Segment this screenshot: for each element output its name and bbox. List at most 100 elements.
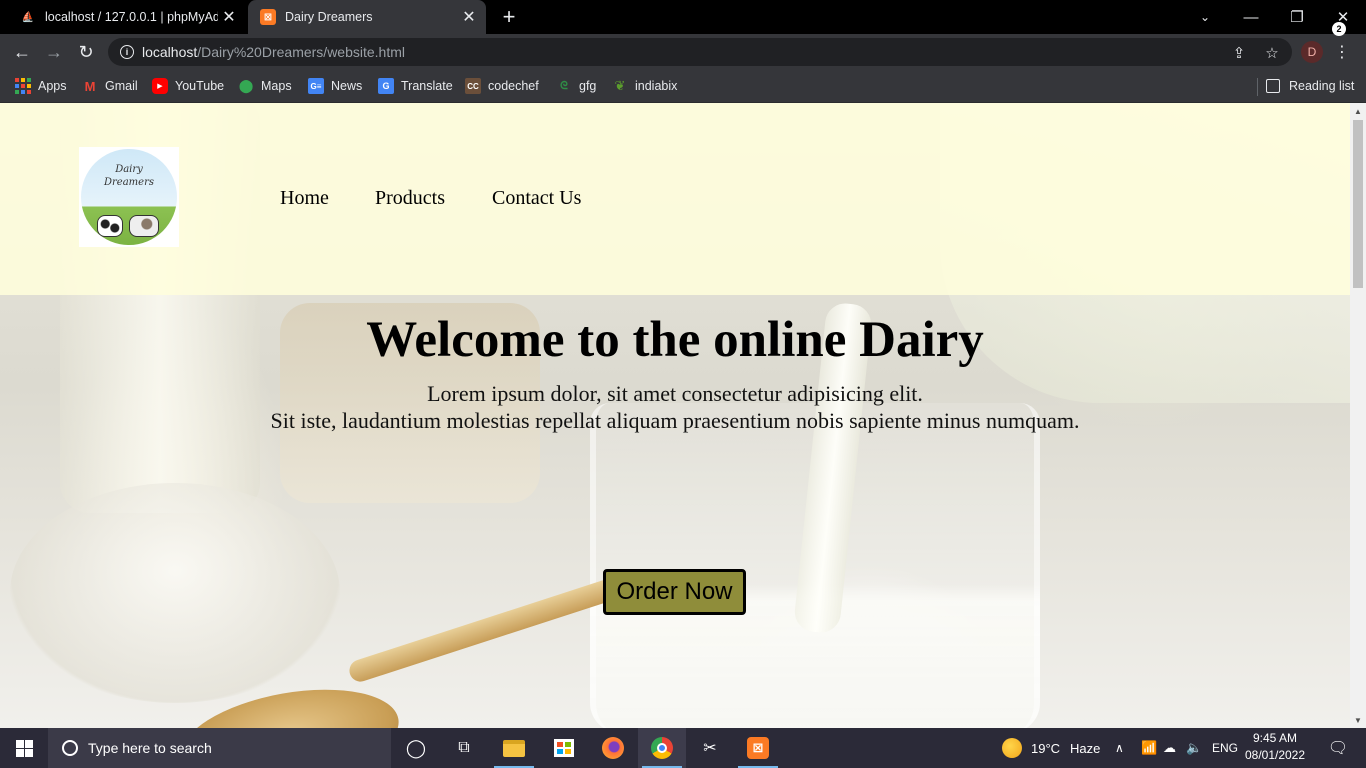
cortana-icon[interactable]: ◯ <box>392 728 440 768</box>
bookmark-label: codechef <box>488 79 539 93</box>
bookmark-maps[interactable]: ⬤ Maps <box>238 76 292 96</box>
close-tab-icon[interactable]: ✕ <box>458 6 480 28</box>
logo-image: Dairy Dreamers <box>81 149 177 245</box>
site-logo[interactable]: Dairy Dreamers <box>79 147 179 247</box>
scroll-thumb[interactable] <box>1353 120 1363 288</box>
firefox-icon <box>602 737 624 759</box>
store-icon <box>554 739 574 757</box>
page-scrollbar[interactable]: ▲ ▼ <box>1350 103 1366 728</box>
volume-icon[interactable]: 🔈 <box>1186 728 1202 768</box>
bookmark-translate[interactable]: G Translate <box>378 76 453 96</box>
hero-subtitle-line-2: Sit iste, laudantium molestias repellat … <box>270 408 1080 433</box>
scroll-down-arrow-icon[interactable]: ▼ <box>1350 712 1366 728</box>
reload-button[interactable]: ↻ <box>72 38 100 66</box>
restore-button[interactable]: ❐ <box>1274 0 1320 34</box>
reading-list-label: Reading list <box>1289 79 1355 93</box>
taskbar: Type here to search ◯ ⧉ ✂ ⊠ 19°C Haze ∧ … <box>0 728 1366 768</box>
address-bar[interactable]: i localhost/Dairy%20Dreamers/website.htm… <box>108 38 1292 66</box>
wifi-icon[interactable]: 📶 <box>1141 728 1157 768</box>
hero-subtitle: Lorem ipsum dolor, sit amet consectetur … <box>0 380 1350 434</box>
show-hidden-icons-chevron-icon[interactable]: ∧ <box>1115 728 1124 768</box>
start-button[interactable] <box>0 728 48 768</box>
new-tab-button[interactable]: + <box>496 4 522 30</box>
bookmarks-divider <box>1257 78 1258 96</box>
taskbar-snipping-tool[interactable]: ✂ <box>686 728 734 768</box>
bookmark-news[interactable]: G≡ News <box>308 76 362 96</box>
indiabix-icon: ❦ <box>614 78 626 93</box>
reading-list-button[interactable]: Reading list <box>1266 76 1354 96</box>
bookmark-label: indiabix <box>635 79 678 93</box>
url-host: localhost <box>142 44 198 60</box>
task-view-icon[interactable]: ⧉ <box>440 728 488 768</box>
hero-title: Welcome to the online Dairy <box>366 312 984 368</box>
page-viewport: Dairy Dreamers Home Products Contact Us … <box>0 103 1350 728</box>
gfg-icon: ᘓ <box>560 79 568 92</box>
hero-subtitle-line-1: Lorem ipsum dolor, sit amet consectetur … <box>427 381 923 406</box>
taskbar-file-explorer[interactable] <box>490 728 538 768</box>
tab-dairy-dreamers[interactable]: ⊠ Dairy Dreamers ✕ <box>248 0 486 34</box>
notification-center-icon[interactable]: 🗨 <box>1318 728 1358 768</box>
browser-toolbar: ← → ↻ i localhost/Dairy%20Dreamers/websi… <box>0 34 1366 70</box>
xampp-icon: ⊠ <box>747 737 769 759</box>
bookmark-indiabix[interactable]: ❦ indiabix <box>612 76 678 96</box>
cow-icon <box>129 215 159 237</box>
language-indicator[interactable]: ENG <box>1212 728 1238 768</box>
taskbar-xampp[interactable]: ⊠ <box>734 728 782 768</box>
site-info-icon[interactable]: i <box>120 45 134 59</box>
bookmark-label: Translate <box>401 79 453 93</box>
bookmarks-bar: Apps M Gmail ▶ YouTube ⬤ Maps G≡ News G … <box>0 70 1366 103</box>
weather-widget[interactable]: 19°C Haze <box>1002 728 1100 768</box>
nav-home[interactable]: Home <box>280 187 329 210</box>
logo-line-1: Dairy <box>115 164 143 175</box>
logo-text: Dairy Dreamers <box>81 163 177 189</box>
logo-line-2: Dreamers <box>104 177 154 188</box>
taskbar-chrome[interactable] <box>638 728 686 768</box>
tab-search-icon[interactable]: ⌄ <box>1182 0 1228 34</box>
bookmark-youtube[interactable]: ▶ YouTube <box>152 76 224 96</box>
codechef-icon: CC <box>465 78 481 94</box>
onedrive-icon[interactable]: ☁ <box>1163 728 1176 768</box>
scroll-up-arrow-icon[interactable]: ▲ <box>1350 103 1366 119</box>
background-photo-bowl <box>10 483 340 703</box>
tab-strip: ⛵ localhost / 127.0.0.1 | phpMyAdmin ✕ ⊠… <box>0 0 1366 34</box>
windows-logo-icon <box>15 739 33 757</box>
nav-contact-us[interactable]: Contact Us <box>492 187 581 210</box>
background-photo-glass <box>590 403 1040 728</box>
background-photo-spoon-handle <box>346 577 620 685</box>
bookmark-codechef[interactable]: CC codechef <box>465 76 539 96</box>
weather-temp: 19°C <box>1031 740 1061 756</box>
forward-button[interactable]: → <box>40 38 68 66</box>
url-path: /Dairy%20Dreamers/website.html <box>197 44 405 60</box>
youtube-icon: ▶ <box>152 78 168 94</box>
bookmark-label: YouTube <box>175 79 225 93</box>
close-tab-icon[interactable]: ✕ <box>218 6 240 28</box>
order-now-button[interactable]: Order Now <box>603 569 746 615</box>
site-header <box>0 103 1350 295</box>
tab-title: Dairy Dreamers <box>285 10 373 24</box>
bookmark-gmail[interactable]: M Gmail <box>82 76 138 96</box>
nav-products[interactable]: Products <box>375 187 445 210</box>
taskbar-firefox[interactable] <box>589 728 637 768</box>
tab-phpmyadmin[interactable]: ⛵ localhost / 127.0.0.1 | phpMyAdmin ✕ <box>8 0 246 34</box>
bookmark-label: Apps <box>38 79 67 93</box>
chrome-icon <box>651 737 673 759</box>
profile-avatar[interactable]: D <box>1301 41 1323 63</box>
browser-menu-icon[interactable]: ⋮ <box>1334 38 1350 66</box>
bookmark-star-icon[interactable]: ☆ <box>1261 42 1283 64</box>
taskbar-search-box[interactable]: Type here to search <box>48 728 391 768</box>
share-icon[interactable]: ⇪ <box>1228 42 1250 64</box>
taskbar-store[interactable] <box>540 728 588 768</box>
cow-icon <box>97 215 123 237</box>
background-photo-spoon <box>173 674 407 728</box>
weather-haze-icon <box>1002 738 1022 758</box>
reading-list-icon <box>1266 79 1280 93</box>
system-clock[interactable]: 9:45 AM 08/01/2022 <box>1240 730 1310 764</box>
bookmark-gfg[interactable]: ᘓ gfg <box>556 76 596 96</box>
minimize-button[interactable]: — <box>1228 0 1274 34</box>
bookmark-apps[interactable]: Apps <box>15 76 67 96</box>
tab-title: localhost / 127.0.0.1 | phpMyAdmin <box>45 10 218 24</box>
back-button[interactable]: ← <box>8 38 36 66</box>
search-icon <box>62 740 78 756</box>
notification-count-badge: 2 <box>1332 22 1346 36</box>
phpmyadmin-icon: ⛵ <box>21 11 35 23</box>
